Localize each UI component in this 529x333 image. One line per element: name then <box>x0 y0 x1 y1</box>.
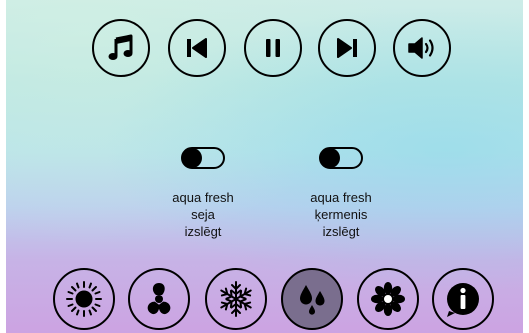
previous-button[interactable] <box>168 19 226 77</box>
previous-icon <box>187 38 207 58</box>
next-icon <box>337 38 357 58</box>
toggle-label-line: aqua fresh <box>172 190 234 205</box>
toggle-status: izslēgt <box>184 224 222 239</box>
toggle-knob <box>182 148 202 168</box>
flower-icon <box>371 282 405 316</box>
toggle-label-line: seja <box>191 207 215 222</box>
cold-mode-button[interactable] <box>205 268 267 330</box>
info-icon <box>447 283 479 317</box>
app-screen: aqua fresh seja izslēgt aqua fresh ķerme… <box>6 0 523 333</box>
sun-mode-button[interactable] <box>53 268 115 330</box>
volume-icon <box>408 37 434 59</box>
toggle-status: izslēgt <box>322 224 360 239</box>
aroma-mode-button[interactable] <box>357 268 419 330</box>
aqua-fresh-body-label: aqua fresh ķermenis izslēgt <box>281 189 401 240</box>
toggle-knob <box>320 148 340 168</box>
toggle-label-line: aqua fresh <box>310 190 372 205</box>
info-button[interactable] <box>432 268 494 330</box>
fan-icon <box>147 283 171 315</box>
aqua-fresh-body-toggle[interactable] <box>319 147 363 169</box>
toggle-label-line: ķermenis <box>314 207 368 222</box>
next-button[interactable] <box>318 19 376 77</box>
snowflake-icon <box>218 281 254 317</box>
fan-mode-button[interactable] <box>128 268 190 330</box>
aqua-fresh-face-label: aqua fresh seja izslēgt <box>143 189 263 240</box>
aqua-mode-button[interactable] <box>281 268 343 330</box>
sun-icon <box>66 281 102 317</box>
volume-button[interactable] <box>393 19 451 77</box>
music-note-icon <box>108 34 133 60</box>
music-button[interactable] <box>92 19 150 77</box>
water-drops-icon <box>300 285 325 315</box>
pause-button[interactable] <box>244 19 302 77</box>
pause-icon <box>266 39 280 57</box>
aqua-fresh-face-toggle[interactable] <box>181 147 225 169</box>
